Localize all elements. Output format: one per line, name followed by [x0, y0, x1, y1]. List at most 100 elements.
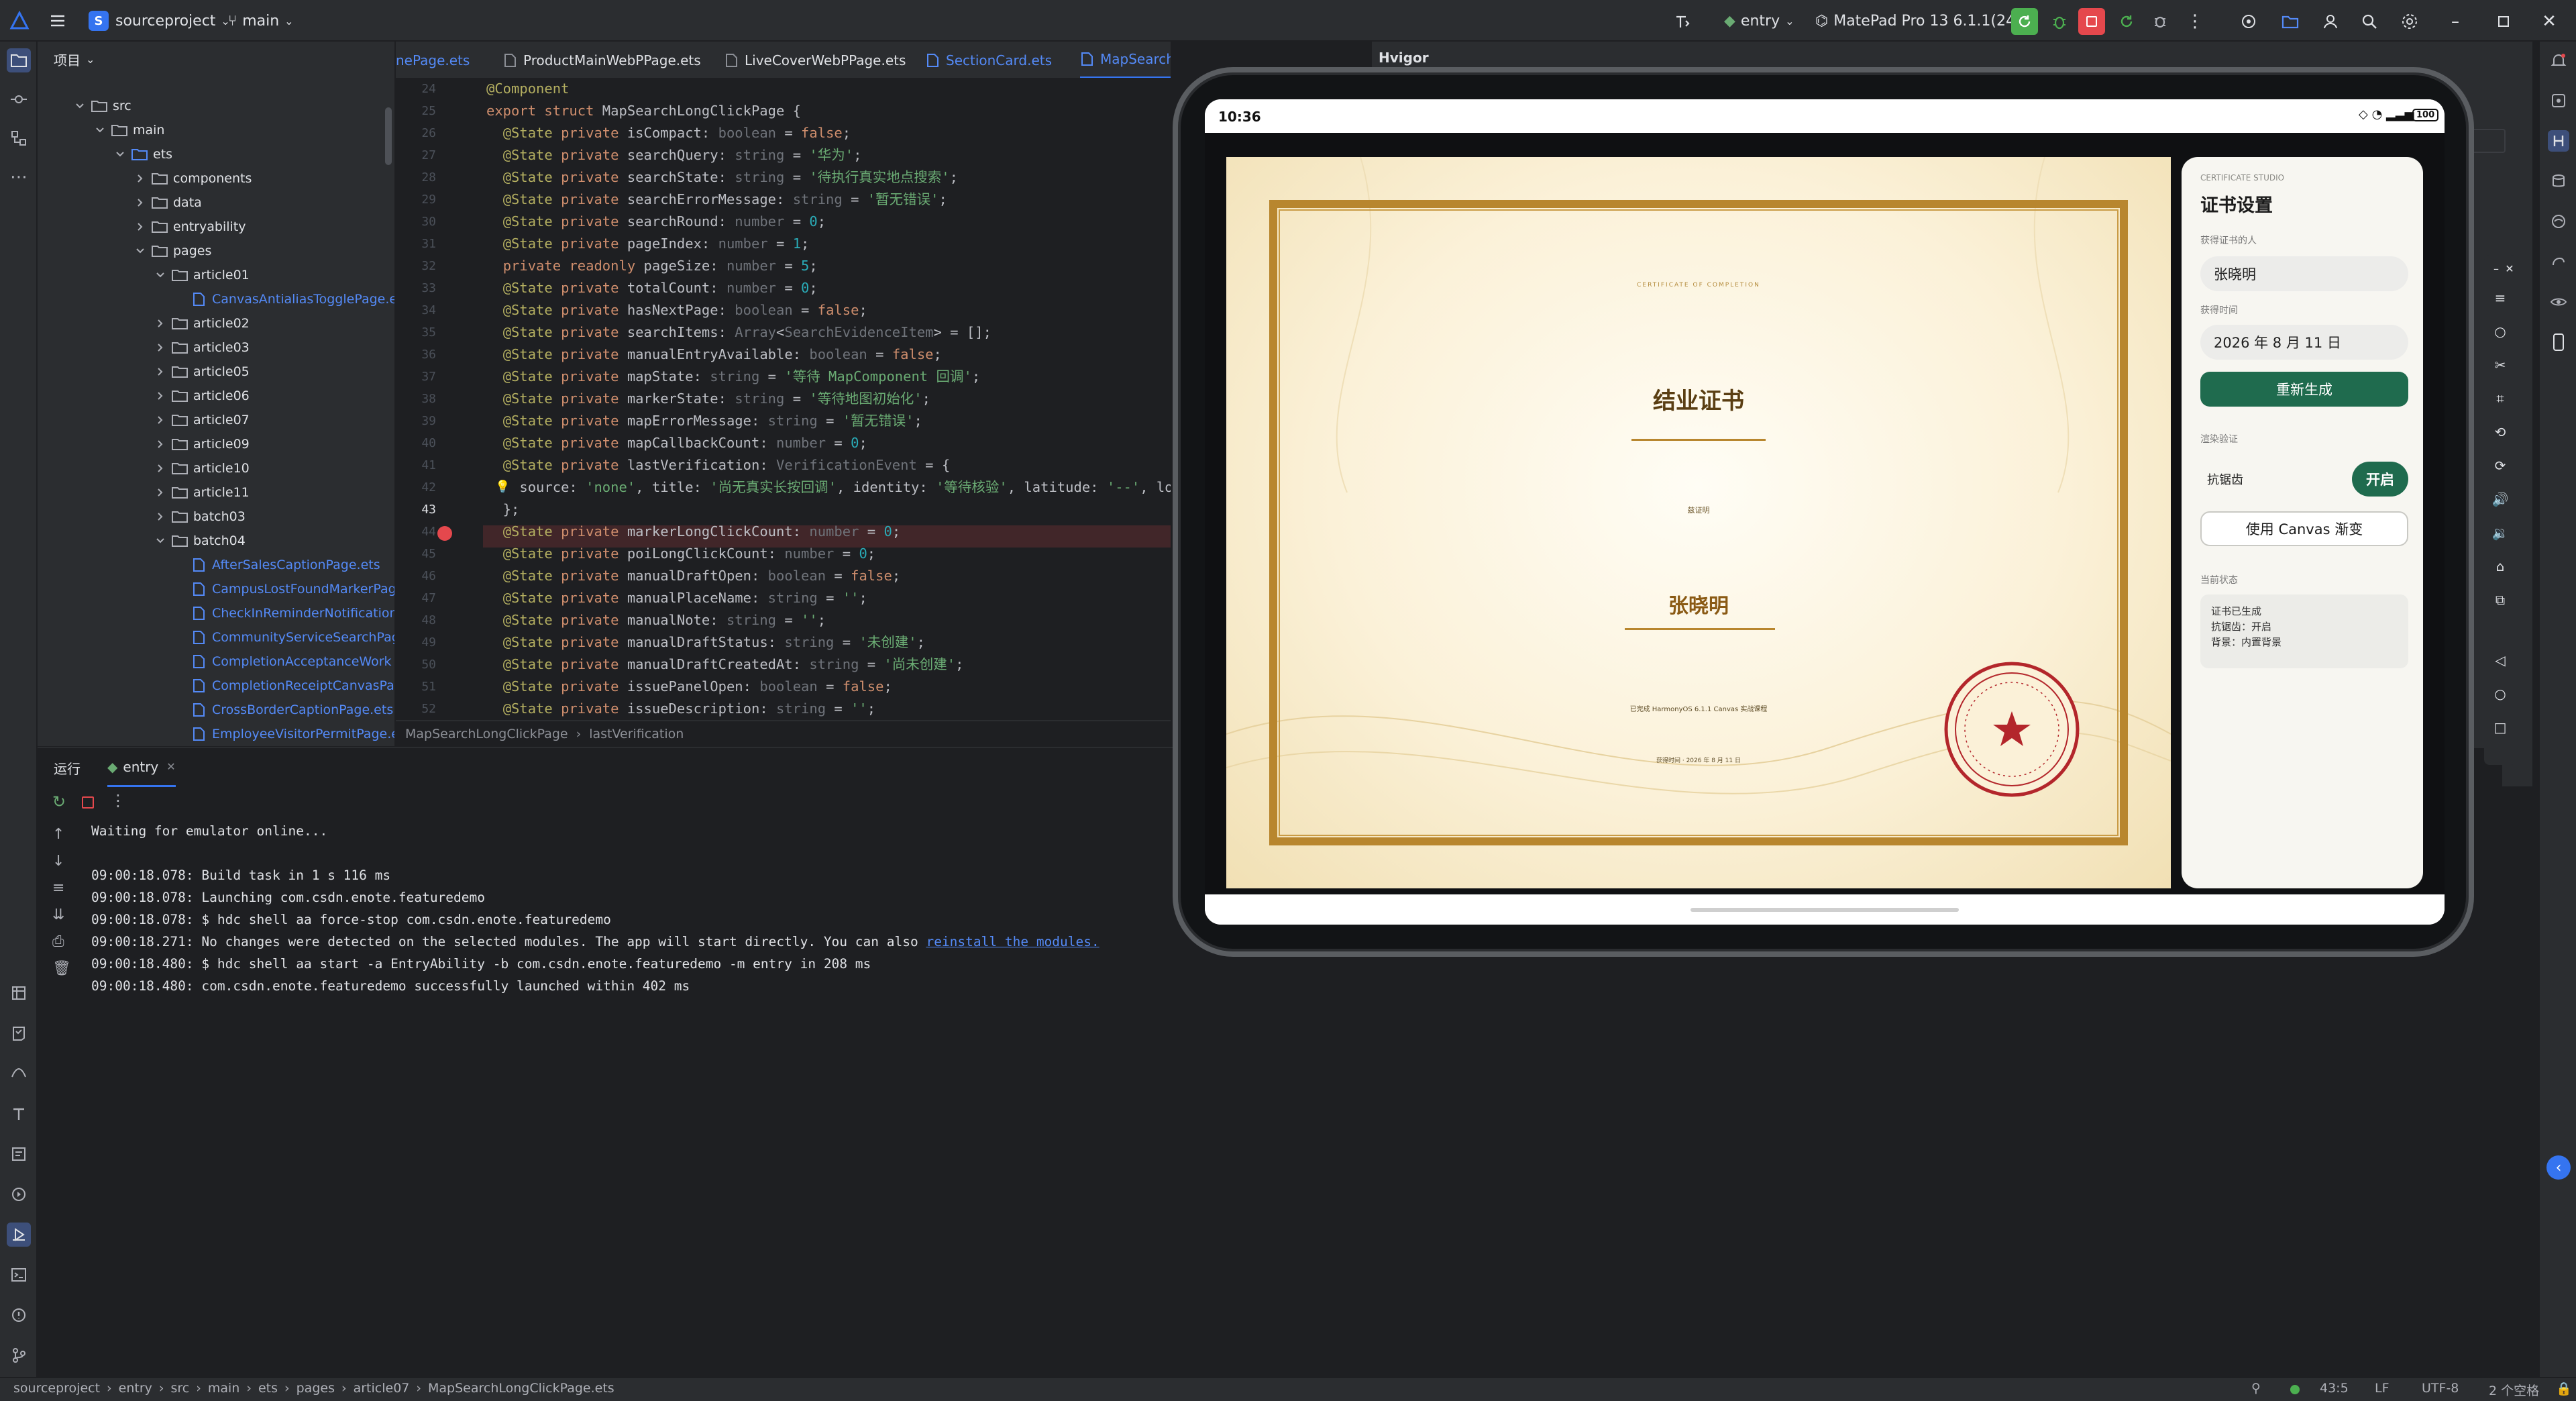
tab-map-search-long-click[interactable]: MapSearchLongClickPage.ets ✕ [1080, 42, 1171, 78]
gradle-icon[interactable] [2548, 251, 2569, 272]
trash-icon[interactable]: 🗑 [52, 960, 71, 977]
more-tools-icon[interactable]: ⋯ [7, 165, 31, 189]
tree-item[interactable]: article03 [154, 335, 250, 360]
home-icon[interactable]: ○ [2491, 684, 2510, 703]
tree-item[interactable]: AfterSalesCaptionPage.ets [174, 553, 380, 577]
previewer-icon[interactable] [2548, 90, 2569, 111]
chevron-right-icon[interactable] [154, 342, 166, 354]
settings-gear-icon[interactable] [2396, 8, 2423, 35]
memory-indicator-icon[interactable]: ⚲ [2251, 1381, 2261, 1396]
build-tool-icon[interactable] [7, 1102, 31, 1126]
tree-item[interactable]: CompletionAcceptanceWork [174, 650, 392, 674]
todo-icon[interactable] [7, 1021, 31, 1045]
chevron-right-icon[interactable] [154, 390, 166, 402]
antialias-toggle[interactable]: 开启 [2352, 462, 2408, 497]
branch-selector[interactable]: ⑂ main ⌄ [228, 0, 294, 42]
tree-item[interactable]: data [134, 191, 202, 215]
scroll-down-icon[interactable]: ↓ [52, 853, 64, 870]
chevron-down-icon[interactable] [114, 148, 126, 160]
tree-item[interactable]: CheckInReminderNotification [174, 601, 394, 625]
tree-item[interactable]: article01 [154, 263, 250, 287]
hvigor-icon[interactable] [2548, 130, 2569, 152]
rerun-button[interactable] [2011, 8, 2038, 35]
breadcrumb-struct[interactable]: MapSearchLongClickPage [405, 727, 568, 741]
tree-item[interactable]: batch03 [154, 505, 246, 529]
chevron-down-icon[interactable] [94, 124, 106, 136]
chevron-right-icon[interactable] [154, 414, 166, 426]
debug-icon[interactable] [2046, 8, 2073, 35]
tree-item[interactable]: article07 [154, 408, 250, 432]
volume-up-icon[interactable]: 🔊 [2491, 490, 2510, 509]
canvas-gradient-button[interactable]: 使用 Canvas 渐变 [2200, 511, 2408, 546]
status-path-segment[interactable]: src [171, 1381, 190, 1396]
restore-icon[interactable] [2490, 8, 2517, 35]
tree-item[interactable]: entryability [134, 215, 246, 239]
services-icon[interactable] [7, 1182, 31, 1206]
folder-icon[interactable] [2277, 8, 2304, 35]
stop-button[interactable] [2078, 8, 2105, 35]
chevron-right-icon[interactable] [154, 462, 166, 474]
tree-item[interactable]: ets [114, 142, 172, 166]
breadcrumb-field[interactable]: lastVerification [589, 727, 684, 741]
line-separator[interactable]: LF [2375, 1381, 2390, 1396]
module-selector[interactable]: ◆ entry ⌄ [1724, 0, 1794, 42]
project-folder-icon[interactable] [7, 48, 31, 72]
close-icon[interactable]: ✕ [2536, 8, 2563, 35]
soft-wrap-icon[interactable]: ≡ [52, 880, 64, 896]
reinstall-modules-link[interactable]: reinstall the modules. [926, 934, 1099, 949]
date-input[interactable]: 2026 年 8 月 11 日 [2200, 325, 2408, 360]
scroll-up-icon[interactable]: ↑ [52, 826, 64, 843]
stop-icon[interactable] [82, 796, 94, 809]
chevron-down-icon[interactable] [154, 535, 166, 547]
run-tab-entry[interactable]: ◆ entry ✕ [107, 748, 176, 787]
print-icon[interactable]: ⎙ [52, 933, 64, 950]
tab-live-cover[interactable]: LiveCoverWebPPage.ets [724, 42, 906, 78]
tree-item[interactable]: article09 [154, 432, 250, 456]
notifications-icon[interactable] [2548, 50, 2569, 71]
chevron-right-icon[interactable] [154, 486, 166, 499]
tree-item[interactable]: CampusLostFoundMarkerPag [174, 577, 394, 601]
tree-item[interactable]: article05 [154, 360, 250, 384]
indent-setting[interactable]: 2 个空格 [2489, 1381, 2539, 1399]
status-path-segment[interactable]: article07 [354, 1381, 410, 1396]
tree-item[interactable]: article10 [154, 456, 250, 480]
bookmarks-icon[interactable] [7, 981, 31, 1005]
eye-icon[interactable] [2548, 291, 2569, 313]
chevron-right-icon[interactable] [154, 438, 166, 450]
device-selector[interactable]: ⌬ MatePad Pro 13 6.1.1(24) ⌄ [1815, 0, 2035, 42]
git-icon[interactable] [7, 1343, 31, 1367]
scroll-to-end-icon[interactable]: ⇊ [52, 906, 64, 923]
tab-section-card[interactable]: SectionCard.ets [926, 42, 1052, 78]
breakpoint-icon[interactable] [437, 526, 452, 541]
profiler-icon[interactable] [7, 1061, 31, 1086]
device-phone-icon[interactable] [2548, 331, 2569, 353]
chevron-down-icon[interactable] [74, 100, 86, 112]
status-path-segment[interactable]: entry [119, 1381, 152, 1396]
recipient-input[interactable]: 张晓明 [2200, 256, 2408, 291]
minimize-icon[interactable]: – [2442, 8, 2469, 35]
status-path-segment[interactable]: ets [258, 1381, 278, 1396]
back-icon[interactable]: ◁ [2491, 651, 2510, 670]
attach-debugger-icon[interactable] [2147, 8, 2174, 35]
project-selector[interactable]: S sourceproject ⌄ [89, 0, 230, 42]
chevron-down-icon[interactable] [134, 245, 146, 257]
account-icon[interactable] [2317, 8, 2344, 35]
multi-window-icon[interactable]: ⧉ [2491, 590, 2510, 609]
more-icon[interactable]: ⋮ [110, 791, 126, 810]
tree-item[interactable]: article02 [154, 311, 250, 335]
rerun-icon[interactable]: ↻ [52, 792, 66, 811]
tree-item[interactable]: CrossBorderCaptionPage.ets [174, 698, 393, 722]
tree-item[interactable]: src [74, 94, 131, 118]
main-menu-icon[interactable] [48, 0, 67, 42]
build-icon[interactable] [1669, 8, 1696, 35]
emu-menu-icon[interactable]: ≡ [2491, 289, 2510, 307]
code-editor[interactable]: 24 25 26 27 28 29 30 31 32 33 34 35 36 37 38 39 40 41 42 43… [396, 79, 1171, 720]
chevron-right-icon[interactable] [154, 366, 166, 378]
tree-scrollbar[interactable] [385, 107, 392, 165]
more-icon[interactable]: ⋮ [2182, 8, 2208, 35]
problems-icon[interactable] [7, 1303, 31, 1327]
file-encoding[interactable]: UTF-8 [2422, 1381, 2459, 1396]
chevron-down-icon[interactable] [154, 269, 166, 281]
close-tab-icon[interactable]: ✕ [166, 760, 175, 773]
lock-icon[interactable]: 🔒 [2556, 1381, 2572, 1396]
